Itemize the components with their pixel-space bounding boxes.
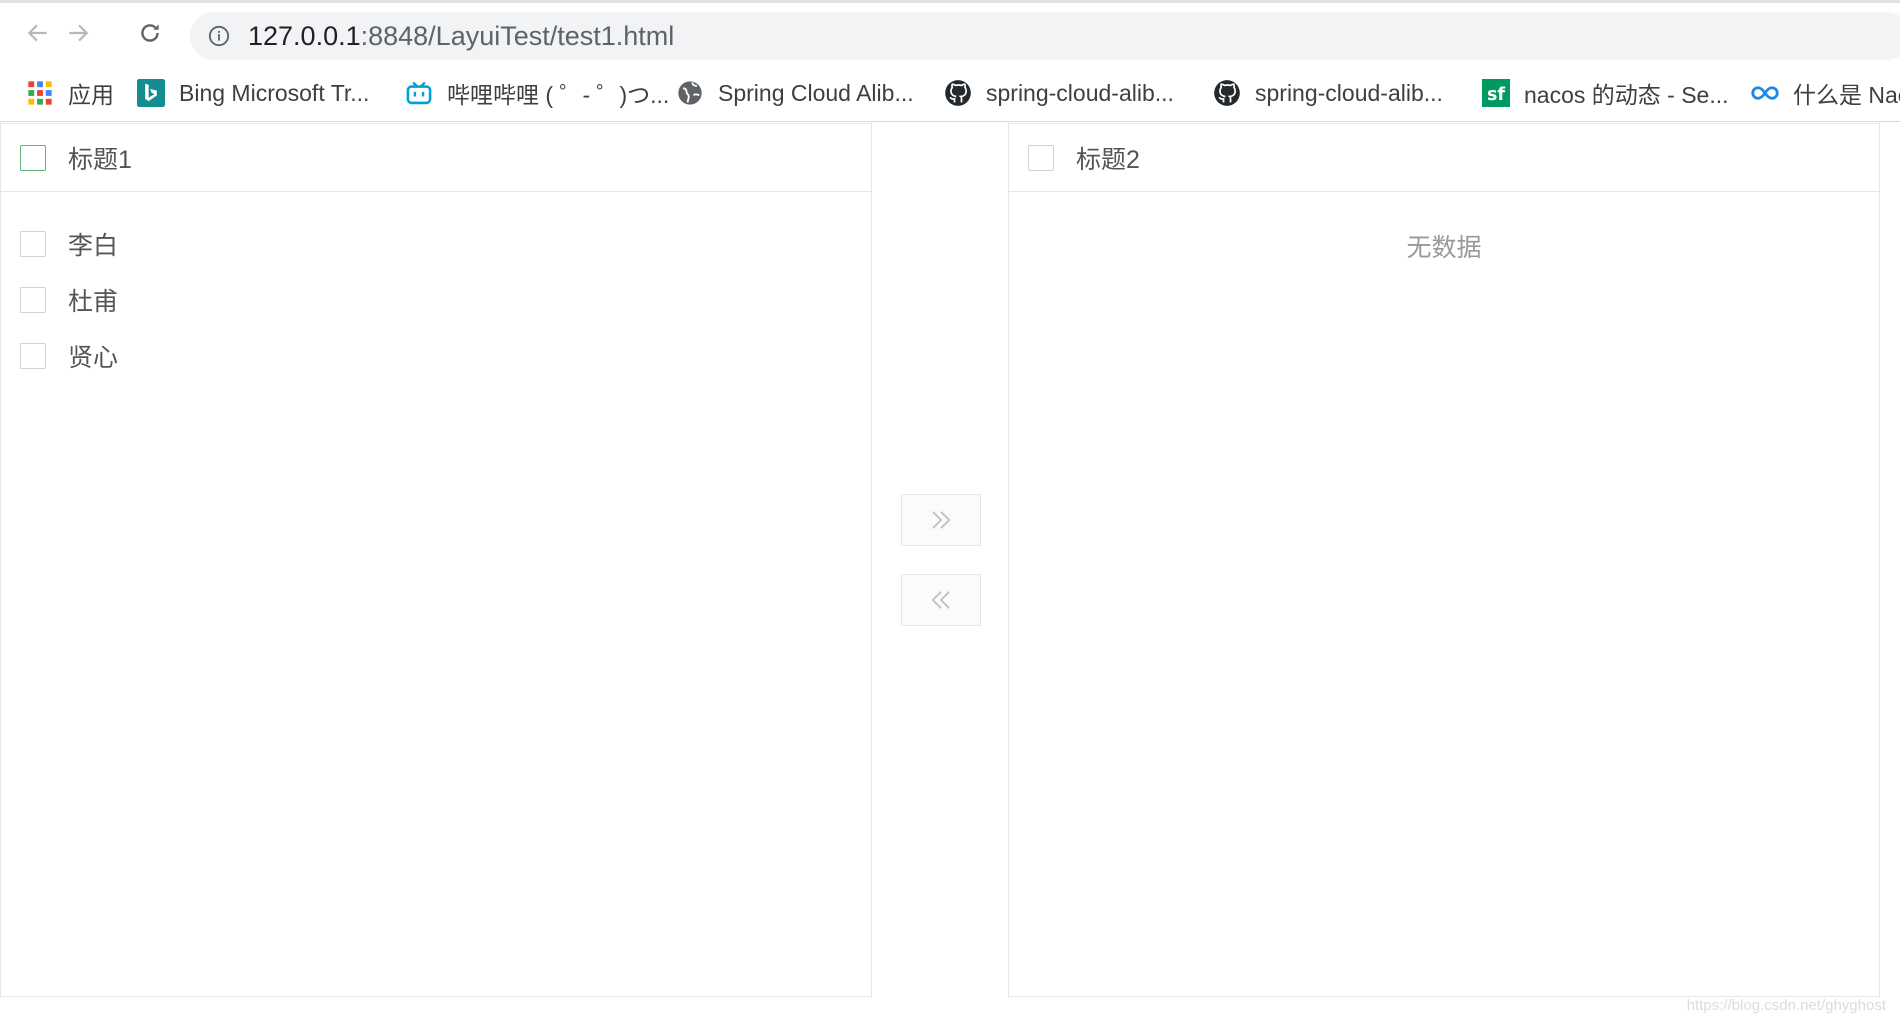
- bookmark-bilibili[interactable]: 哔哩哔哩 ( ゜- ゜)つ...: [405, 76, 669, 110]
- url-text[interactable]: 127.0.0.1:8848/LayuiTest/test1.html: [248, 22, 674, 50]
- bookmark-label: Spring Cloud Alib...: [718, 79, 914, 106]
- arrow-right-icon: [69, 24, 89, 42]
- browser-toolbar: 127.0.0.1:8848/LayuiTest/test1.html: [0, 0, 1900, 66]
- bookmark-label: nacos 的动态 - Se...: [1524, 82, 1729, 108]
- empty-state-text: 无数据: [1406, 234, 1482, 262]
- left-panel-title: 标题1: [68, 145, 132, 174]
- move-to-left-button[interactable]: [901, 574, 981, 626]
- bookmarks-bar: 应用 Bing Microsoft Tr... 哔哩哔哩 ( ゜- ゜)つ...…: [0, 66, 1900, 122]
- bookmark-label: spring-cloud-alib...: [986, 79, 1174, 106]
- url-path: :8848/LayuiTest/test1.html: [360, 21, 675, 51]
- back-button[interactable]: [22, 17, 54, 49]
- right-panel-title: 标题2: [1076, 145, 1140, 174]
- bookmark-label: Bing Microsoft Tr...: [179, 79, 370, 106]
- segmentfault-icon: sf: [1482, 79, 1510, 107]
- github-icon: [1213, 79, 1241, 107]
- item-checkbox[interactable]: [20, 343, 46, 369]
- reload-icon: [141, 24, 159, 42]
- right-panel-header: 标题2: [1009, 124, 1879, 192]
- list-item[interactable]: 李白: [1, 216, 871, 272]
- svg-text:sf: sf: [1487, 85, 1505, 105]
- list-item[interactable]: 贤心: [1, 328, 871, 384]
- watermark: https://blog.csdn.net/ghyghost: [1686, 997, 1886, 1014]
- bing-icon: [137, 79, 165, 107]
- address-bar[interactable]: 127.0.0.1:8848/LayuiTest/test1.html: [190, 12, 1900, 60]
- globe-icon: [676, 79, 704, 107]
- github-icon: [944, 79, 972, 107]
- bookmark-label: 什么是 Nac: [1793, 82, 1900, 108]
- url-host: 127.0.0.1: [248, 21, 361, 51]
- double-chevron-left-icon: [931, 591, 950, 609]
- bookmark-segmentfault[interactable]: sf nacos 的动态 - Se...: [1482, 76, 1729, 110]
- apps-grid-icon: [26, 79, 54, 107]
- bookmark-label: 应用: [68, 82, 114, 108]
- infinity-icon: [1751, 79, 1779, 107]
- list-item[interactable]: 杜甫: [1, 272, 871, 328]
- double-chevron-right-icon: [932, 511, 951, 529]
- item-label: 李白: [68, 232, 119, 260]
- forward-button[interactable]: [62, 17, 94, 49]
- transfer-left-panel: 标题1 李白 杜甫 贤心: [0, 123, 872, 997]
- bilibili-icon: [405, 79, 433, 107]
- bookmark-apps[interactable]: 应用: [26, 76, 114, 110]
- info-icon[interactable]: [208, 25, 230, 47]
- bookmark-github-1[interactable]: spring-cloud-alib...: [944, 76, 1174, 110]
- bookmark-label: spring-cloud-alib...: [1255, 79, 1443, 106]
- right-select-all-checkbox[interactable]: [1028, 144, 1054, 171]
- bookmark-nacos[interactable]: 什么是 Nac: [1751, 76, 1900, 110]
- transfer-right-panel: 标题2 无数据: [1008, 123, 1880, 997]
- bookmark-spring-cloud[interactable]: Spring Cloud Alib...: [676, 76, 914, 110]
- arrow-left-icon: [27, 24, 47, 42]
- item-label: 贤心: [68, 344, 119, 372]
- left-item-list: 李白 杜甫 贤心: [1, 192, 871, 384]
- left-select-all-checkbox[interactable]: [20, 144, 46, 171]
- bookmark-label: 哔哩哔哩 ( ゜- ゜)つ...: [447, 82, 670, 108]
- reload-button[interactable]: [134, 17, 166, 49]
- item-label: 杜甫: [68, 288, 119, 316]
- bookmark-bing[interactable]: Bing Microsoft Tr...: [137, 76, 369, 110]
- item-checkbox[interactable]: [20, 231, 46, 257]
- bookmark-github-2[interactable]: spring-cloud-alib...: [1213, 76, 1443, 110]
- move-to-right-button[interactable]: [901, 494, 981, 546]
- left-panel-header: 标题1: [1, 124, 871, 192]
- item-checkbox[interactable]: [20, 287, 46, 313]
